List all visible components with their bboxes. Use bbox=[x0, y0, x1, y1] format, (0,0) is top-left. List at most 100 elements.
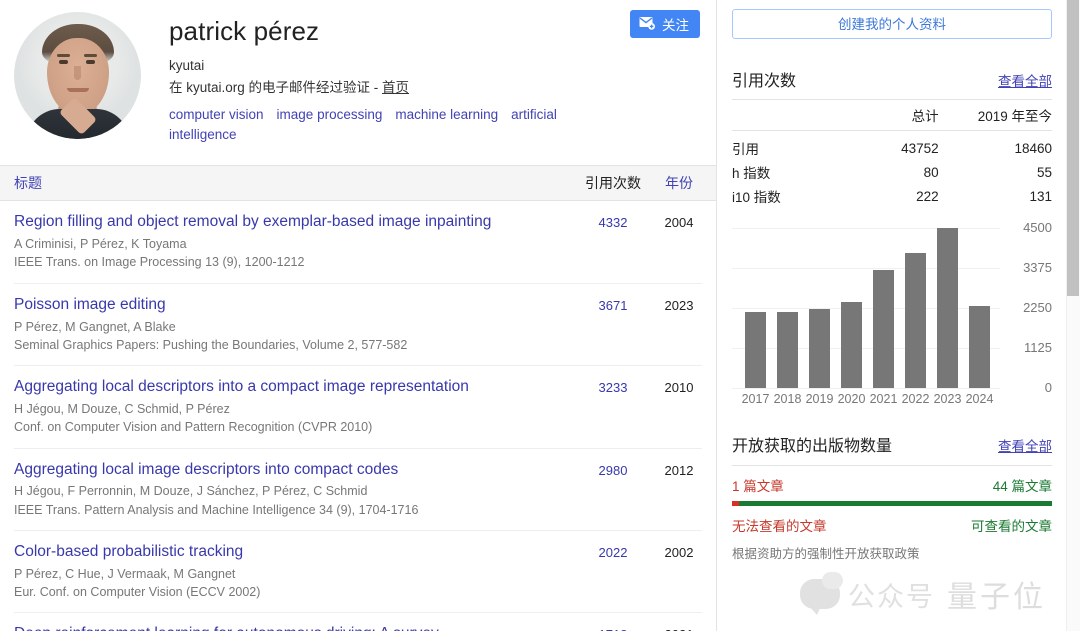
scrollbar-thumb[interactable] bbox=[1067, 0, 1079, 296]
interest-tag[interactable]: image processing bbox=[277, 107, 383, 122]
chart-bar-column[interactable] bbox=[964, 228, 995, 388]
chart-bar[interactable] bbox=[905, 252, 926, 388]
chart-bar[interactable] bbox=[745, 311, 766, 388]
follow-button[interactable]: 关注 bbox=[630, 10, 700, 38]
citations-table: 总计 2019 年至今 引用 43752 18460 h 指数 80 55 i1… bbox=[732, 99, 1052, 208]
avatar-eye-right bbox=[86, 60, 95, 64]
homepage-link[interactable]: 首页 bbox=[382, 80, 409, 95]
chart-bar[interactable] bbox=[777, 312, 798, 388]
publication-cited-by[interactable]: 2980 bbox=[570, 461, 656, 478]
follow-area: 关注 bbox=[630, 10, 700, 38]
publication-cited-by[interactable]: 4332 bbox=[570, 213, 656, 230]
publication-cited-by[interactable]: 2022 bbox=[570, 543, 656, 560]
avatar-mouth bbox=[67, 88, 89, 92]
avatar[interactable] bbox=[14, 12, 141, 139]
column-header-title[interactable]: 标题 bbox=[14, 173, 570, 193]
page-title: patrick pérez bbox=[169, 16, 320, 46]
publication-title-link[interactable]: Aggregating local descriptors into a com… bbox=[14, 378, 560, 397]
table-row: Color-based probabilistic tracking P Pér… bbox=[14, 531, 702, 614]
publication-authors: H Jégou, F Perronnin, M Douze, J Sánchez… bbox=[14, 484, 368, 499]
table-row: Aggregating local image descriptors into… bbox=[14, 449, 702, 531]
chart-x-tick-label: 2023 bbox=[933, 392, 962, 406]
publications-list: Region filling and object removal by exe… bbox=[0, 201, 716, 631]
chart-x-tick-label: 2017 bbox=[741, 392, 770, 406]
publication-title-link[interactable]: Color-based probabilistic tracking bbox=[14, 543, 560, 562]
verified-email-text: 在 kyutai.org 的电子邮件经过验证 - bbox=[169, 79, 383, 95]
chart-bar[interactable] bbox=[841, 301, 862, 388]
chart-bar[interactable] bbox=[969, 305, 990, 388]
chart-bar[interactable] bbox=[873, 269, 894, 388]
citations-blank-header bbox=[732, 99, 835, 131]
publication-info: Color-based probabilistic tracking P Pér… bbox=[14, 543, 570, 601]
profile-header: patrick pérez kyutai 在 kyutai.org 的电子邮件经… bbox=[0, 0, 716, 145]
publication-year: 2012 bbox=[664, 462, 694, 478]
publication-title-link[interactable]: Deep reinforcement learning for autonomo… bbox=[14, 625, 560, 631]
chart-x-tick-label: 2018 bbox=[773, 392, 802, 406]
chart-bar[interactable] bbox=[937, 228, 958, 388]
publication-info: Deep reinforcement learning for autonomo… bbox=[14, 625, 570, 631]
interest-tag[interactable]: computer vision bbox=[169, 107, 264, 122]
chart-bar-column[interactable] bbox=[868, 228, 899, 388]
publication-cited-by[interactable]: 1718 bbox=[570, 625, 656, 631]
page-scrollbar[interactable] bbox=[1066, 0, 1080, 631]
citations-view-all-link[interactable]: 查看全部 bbox=[998, 70, 1052, 90]
publication-year: 2023 bbox=[664, 297, 694, 313]
chart-x-tick-label: 2019 bbox=[805, 392, 834, 406]
table-row: i10 指数 222 131 bbox=[732, 184, 1052, 208]
chart-y-tick-label: 0 bbox=[1044, 380, 1052, 395]
table-row: h 指数 80 55 bbox=[732, 160, 1052, 184]
create-profile-button[interactable]: 创建我的个人资料 bbox=[732, 9, 1052, 39]
citations-row-recent: 131 bbox=[1029, 188, 1052, 204]
publication-title-link[interactable]: Aggregating local image descriptors into… bbox=[14, 461, 560, 480]
citations-table-header-row: 总计 2019 年至今 bbox=[732, 99, 1052, 131]
chart-x-tick-label: 2021 bbox=[869, 392, 898, 406]
chart-bar-column[interactable] bbox=[836, 228, 867, 388]
publication-venue: Eur. Conf. on Computer Vision (ECCV 2002… bbox=[14, 585, 261, 600]
chart-bar-column[interactable] bbox=[740, 228, 771, 388]
chart-bar[interactable] bbox=[809, 309, 830, 388]
chart-bar-column[interactable] bbox=[804, 228, 835, 388]
chart-bar-column[interactable] bbox=[772, 228, 803, 388]
publication-authors: H Jégou, M Douze, C Schmid, P Pérez bbox=[14, 402, 230, 416]
avatar-photo bbox=[14, 12, 141, 139]
chart-bar-column[interactable] bbox=[900, 228, 931, 388]
chart-bar-column[interactable] bbox=[932, 228, 963, 388]
main-column: patrick pérez kyutai 在 kyutai.org 的电子邮件经… bbox=[0, 0, 717, 631]
publication-authors: P Pérez, C Hue, J Vermaak, M Gangnet bbox=[14, 566, 236, 581]
citations-col-all: 总计 bbox=[834, 99, 939, 131]
column-header-cited-by[interactable]: 引用次数 bbox=[570, 173, 656, 193]
open-access-available-count: 44 篇文章 bbox=[992, 479, 1052, 494]
affiliation: kyutai bbox=[169, 57, 205, 73]
citations-section-header: 引用次数 查看全部 bbox=[732, 67, 1052, 99]
table-row: Aggregating local descriptors into a com… bbox=[14, 366, 702, 449]
citations-row-all: 80 bbox=[923, 164, 939, 180]
open-access-unavailable-label: 无法查看的文章 bbox=[732, 519, 827, 534]
chart-y-tick-label: 2250 bbox=[1023, 300, 1052, 315]
publication-cited-by[interactable]: 3233 bbox=[570, 378, 656, 395]
publication-authors: P Pérez, M Gangnet, A Blake bbox=[14, 319, 176, 334]
publication-cited-by[interactable]: 3671 bbox=[570, 296, 656, 313]
publication-venue: Conf. on Computer Vision and Pattern Rec… bbox=[14, 420, 373, 435]
follow-button-label: 关注 bbox=[662, 18, 689, 33]
citations-bar-chart: 4500 3375 2250 1125 0 2017 2018 2019 2020 2021 20… bbox=[732, 220, 1052, 420]
chart-x-axis-labels: 2017 2018 2019 2020 2021 2022 2023 2024 bbox=[740, 392, 995, 406]
chart-x-tick-label: 2020 bbox=[837, 392, 866, 406]
publication-info: Aggregating local image descriptors into… bbox=[14, 461, 570, 519]
publication-year: 2002 bbox=[664, 544, 694, 560]
open-access-note: 根据资助方的强制性开放获取政策 bbox=[732, 547, 920, 561]
citations-row-recent: 55 bbox=[1036, 164, 1052, 180]
publication-title-link[interactable]: Poisson image editing bbox=[14, 296, 560, 315]
publication-info: Region filling and object removal by exe… bbox=[14, 213, 570, 271]
table-row: 引用 43752 18460 bbox=[732, 131, 1052, 161]
chart-gridline bbox=[732, 388, 1000, 389]
interest-tag[interactable]: machine learning bbox=[395, 107, 498, 122]
column-header-year[interactable]: 年份 bbox=[656, 173, 702, 193]
open-access-view-all-link[interactable]: 查看全部 bbox=[998, 435, 1052, 455]
avatar-brow-right bbox=[84, 54, 97, 57]
table-row: Deep reinforcement learning for autonomo… bbox=[14, 613, 702, 631]
publication-title-link[interactable]: Region filling and object removal by exe… bbox=[14, 213, 560, 232]
envelope-plus-icon bbox=[639, 16, 656, 33]
sidebar: 创建我的个人资料 引用次数 查看全部 总计 2019 年至今 引用 43752 … bbox=[718, 0, 1066, 631]
avatar-brow-left bbox=[57, 54, 70, 57]
citations-row-recent: 18460 bbox=[1014, 140, 1052, 156]
